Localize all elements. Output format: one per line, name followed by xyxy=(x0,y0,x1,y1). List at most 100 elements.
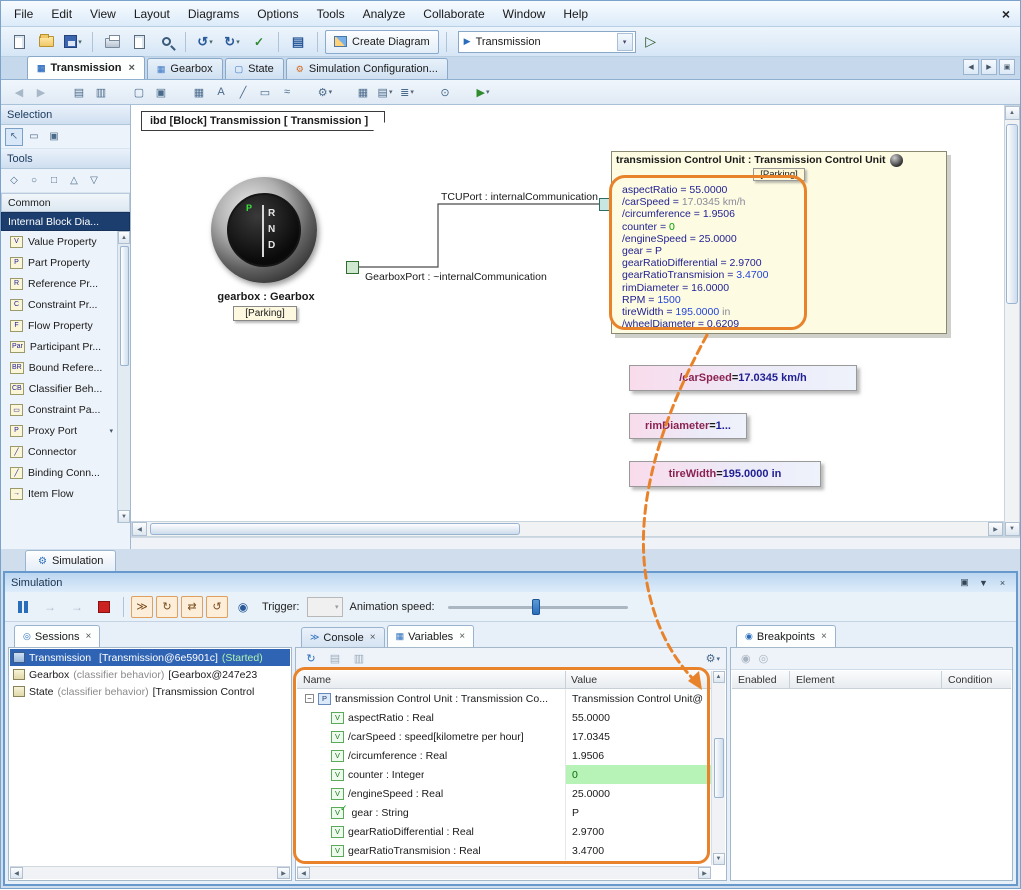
scroll-up-icon[interactable]: ▲ xyxy=(118,231,130,244)
menu-item[interactable]: Edit xyxy=(42,3,81,25)
palette-item[interactable]: BR Bound Refere... xyxy=(1,357,117,378)
scroll-right-icon[interactable]: ▶ xyxy=(698,867,711,879)
zoom-icon[interactable]: ⊙ xyxy=(435,82,455,102)
variable-value[interactable]: 3.4700 xyxy=(565,841,711,860)
console-output-toggle[interactable]: ≫ xyxy=(131,596,153,618)
close-icon[interactable]: × xyxy=(370,632,376,643)
variables-horizontal-scrollbar[interactable]: ◀ ▶ xyxy=(297,866,711,879)
scroll-down-icon[interactable]: ▼ xyxy=(713,853,725,865)
show-structure-icon[interactable]: ▥ xyxy=(91,82,111,102)
add-element-icon[interactable]: ▦ xyxy=(189,82,209,102)
animate-toggle[interactable]: ↻ xyxy=(156,596,178,618)
tab-sessions[interactable]: ◎ Sessions × xyxy=(14,625,100,647)
diagram-tab[interactable]: ▢ State xyxy=(225,58,284,79)
scrollbar-thumb[interactable] xyxy=(150,523,520,535)
magnet-tool-icon[interactable]: ○ xyxy=(25,172,43,190)
layout-icon[interactable]: ▤▾ xyxy=(375,82,395,102)
animation-speed-slider[interactable] xyxy=(448,597,628,617)
show-containment-icon[interactable]: ▤ xyxy=(69,82,89,102)
variable-row[interactable]: V /circumference : Real 1.9506 xyxy=(297,746,711,765)
palette-item[interactable]: C Constraint Pr... xyxy=(1,294,117,315)
loop-toggle[interactable]: ↺ xyxy=(206,596,228,618)
palette-item[interactable]: F Flow Property xyxy=(1,315,117,336)
scroll-down-icon[interactable]: ▼ xyxy=(1005,522,1020,536)
new-file-icon[interactable] xyxy=(7,30,31,54)
record-option-icon[interactable]: ◉ xyxy=(231,595,255,619)
save-icon[interactable]: ▾ xyxy=(61,30,85,54)
variable-value[interactable]: 0 xyxy=(565,765,711,784)
distribute-tool-icon[interactable]: △ xyxy=(65,172,83,190)
menu-item[interactable]: Analyze xyxy=(354,3,415,25)
gearbox-port[interactable] xyxy=(346,261,359,274)
remove-breakpoint-icon[interactable]: ◎ xyxy=(759,652,769,665)
back-icon[interactable]: ◀ xyxy=(9,82,29,102)
variable-row[interactable]: − P transmission Control Unit : Transmis… xyxy=(297,689,711,708)
pause-button[interactable] xyxy=(11,595,35,619)
menu-item[interactable]: File xyxy=(5,3,42,25)
palette-item[interactable]: ╱ Connector xyxy=(1,441,117,462)
variable-row[interactable]: V gearRatioTransmision : Real 3.4700 xyxy=(297,841,711,860)
simulation-config-select[interactable]: ▶ Transmission ▾ xyxy=(458,31,636,53)
step-over-button[interactable]: → xyxy=(65,595,89,619)
spell-check-icon[interactable]: ✓ xyxy=(247,30,271,54)
print-preview-icon[interactable] xyxy=(127,30,151,54)
palette-item[interactable]: ╱ Binding Conn... xyxy=(1,462,117,483)
resize-tool-icon[interactable]: ▽ xyxy=(85,172,103,190)
column-header-element[interactable]: Element xyxy=(790,671,942,688)
add-breakpoint-icon[interactable]: ◉ xyxy=(741,652,751,665)
layers-icon[interactable]: ▤ xyxy=(286,30,310,54)
close-icon[interactable]: × xyxy=(1002,6,1010,22)
canvas-horizontal-scrollbar[interactable]: ◀ ▶ xyxy=(131,521,1004,537)
run-simulation-icon[interactable]: ▶▾ xyxy=(473,82,493,102)
print-icon[interactable] xyxy=(100,30,124,54)
refresh-icon[interactable]: ↻ xyxy=(302,650,320,668)
diagram-tab[interactable]: ▦ Gearbox xyxy=(147,58,223,79)
gear-shifter-image[interactable]: P R N D xyxy=(211,177,317,283)
diagram-options-gear-icon[interactable]: ⚙▾ xyxy=(315,82,335,102)
find-icon[interactable] xyxy=(154,30,178,54)
scroll-up-icon[interactable]: ▲ xyxy=(713,671,725,683)
variable-value[interactable]: 55.0000 xyxy=(565,708,711,727)
session-item[interactable]: Gearbox(classifier behavior) [Gearbox@24… xyxy=(10,666,290,683)
forward-icon[interactable]: ▶ xyxy=(31,82,51,102)
tirewidth-callout[interactable]: tireWidth = 195.0000 in xyxy=(629,461,821,487)
palette-group-common[interactable]: Common xyxy=(1,193,130,212)
canvas-vertical-scrollbar[interactable]: ▲ ▼ xyxy=(1004,105,1020,537)
view-list-icon[interactable]: ≣▾ xyxy=(397,82,417,102)
palette-group-internal-block[interactable]: Internal Block Dia... xyxy=(1,212,130,231)
collapse-icon[interactable]: − xyxy=(305,694,314,703)
variable-row[interactable]: V gearRatioDifferential : Real 2.9700 xyxy=(297,822,711,841)
options-gear-icon[interactable]: ⚙▾ xyxy=(706,652,720,665)
palette-item[interactable]: V Value Property xyxy=(1,231,117,252)
slider-handle[interactable] xyxy=(532,599,540,615)
menu-item[interactable]: Layout xyxy=(125,3,179,25)
variables-vertical-scrollbar[interactable]: ▲ ▼ xyxy=(711,671,725,865)
scrollbar-thumb[interactable] xyxy=(714,738,724,798)
variable-value[interactable]: 2.9700 xyxy=(565,822,711,841)
align-tool-icon[interactable]: □ xyxy=(45,172,63,190)
close-icon[interactable]: × xyxy=(821,631,827,642)
simulation-dock-tab[interactable]: ⚙ Simulation xyxy=(25,550,116,571)
scroll-left-icon[interactable]: ◀ xyxy=(132,522,147,536)
text-color-icon[interactable]: A xyxy=(211,82,231,102)
variable-value[interactable]: P xyxy=(565,803,711,822)
palette-item[interactable]: → Item Flow xyxy=(1,483,117,504)
variable-row[interactable]: V /engineSpeed : Real 25.0000 xyxy=(297,784,711,803)
tab-variables[interactable]: ▦ Variables × xyxy=(387,625,474,647)
import-icon[interactable]: ▥ xyxy=(350,650,368,668)
scroll-left-icon[interactable]: ◀ xyxy=(297,867,310,879)
tab-console[interactable]: ≫ Console × xyxy=(301,627,385,647)
stop-button[interactable] xyxy=(92,595,116,619)
sessions-horizontal-scrollbar[interactable]: ◀ ▶ xyxy=(10,866,290,879)
diagram-canvas[interactable]: ibd [Block] Transmission [ Transmission … xyxy=(131,105,1020,549)
pin-icon[interactable]: ▼ xyxy=(976,575,991,590)
palette-item[interactable]: CB Classifier Beh... xyxy=(1,378,117,399)
diagram-tab[interactable]: ⚙ Simulation Configuration... xyxy=(286,58,448,79)
menu-item[interactable]: Help xyxy=(554,3,597,25)
column-header-value[interactable]: Value xyxy=(571,674,597,686)
scroll-up-icon[interactable]: ▲ xyxy=(1005,106,1020,120)
palette-item[interactable]: R Reference Pr... xyxy=(1,273,117,294)
undo-icon[interactable]: ↺▾ xyxy=(193,30,217,54)
menu-item[interactable]: Diagrams xyxy=(179,3,248,25)
variable-row[interactable]: V /carSpeed : speed[kilometre per hour] … xyxy=(297,727,711,746)
